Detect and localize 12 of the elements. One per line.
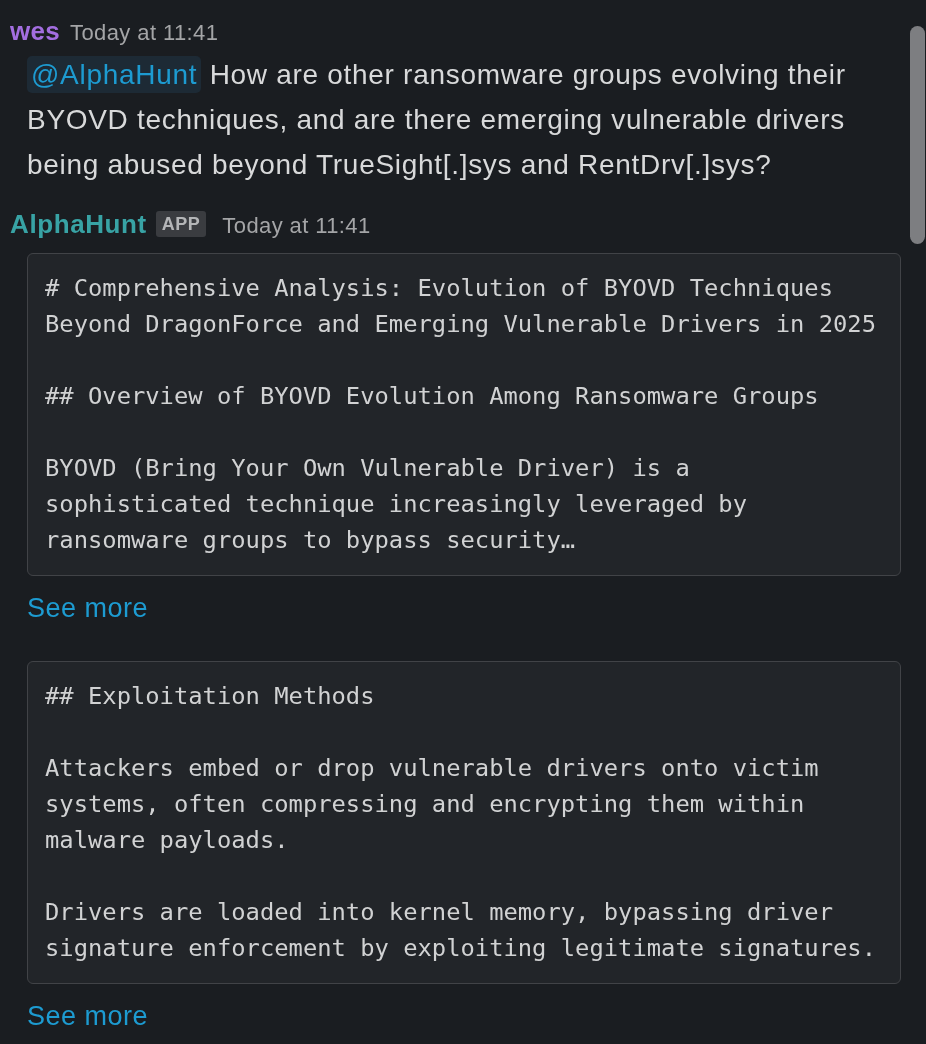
mention-link[interactable]: @AlphaHunt bbox=[27, 56, 202, 93]
app-badge: APP bbox=[155, 211, 207, 237]
author-name[interactable]: wes bbox=[10, 14, 61, 48]
timestamp[interactable]: Today at 11:41 bbox=[222, 209, 371, 243]
author-name[interactable]: AlphaHunt bbox=[10, 207, 147, 241]
timestamp[interactable]: Today at 11:41 bbox=[70, 16, 219, 50]
see-more-link[interactable]: See more bbox=[27, 590, 149, 626]
code-block: # Comprehensive Analysis: Evolution of BYOVD Techniques Beyond DragonForce and Emerging Vulnerable Drivers in 2025 ## Overview of BYOVD Evolution Among Ransomware Groups BYOVD (Bring Your Own Vulnerable Driver) is a sophisticated technique increasingly leveraged by ransomware groups to bypass security… bbox=[27, 253, 901, 576]
see-more-link[interactable]: See more bbox=[27, 998, 149, 1034]
message-text: @AlphaHunt How are other ransomware groups evolving their BYOVD techniques, and are there emerging vulnerable drivers being abused beyond TrueSight[.]sys and RentDrv[.]sys? bbox=[27, 52, 889, 187]
scrollbar-thumb[interactable] bbox=[910, 26, 925, 244]
code-block: ## Exploitation Methods Attackers embed or drop vulnerable drivers onto victim systems, often compressing and encrypting them within malware payloads. Drivers are loaded into kernel memory, bypassing driver signature enforcement by exploiting legitimate signatures. bbox=[27, 661, 901, 984]
